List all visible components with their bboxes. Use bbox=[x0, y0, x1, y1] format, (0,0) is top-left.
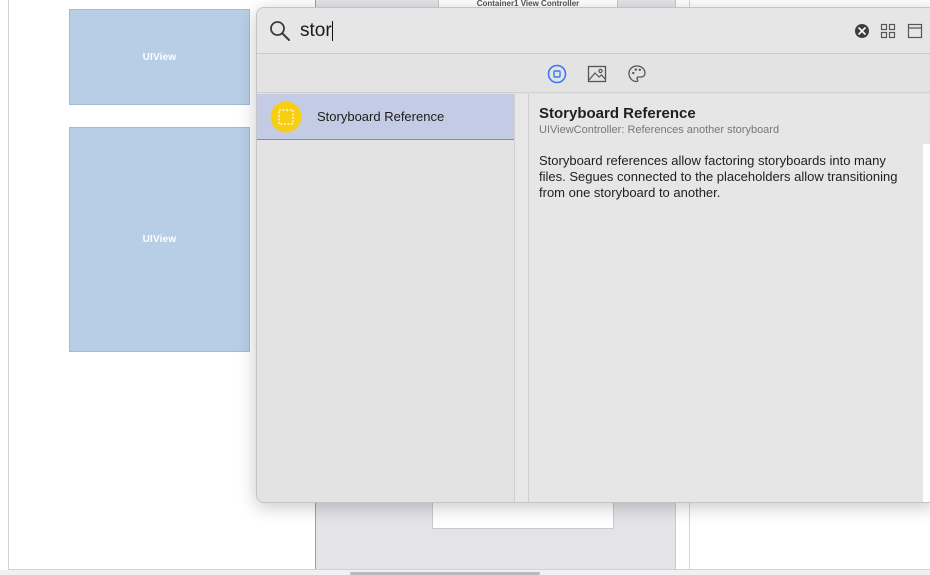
list-item-storyboard-reference[interactable]: Storyboard Reference bbox=[257, 94, 514, 140]
detail-title: Storyboard Reference bbox=[539, 105, 696, 122]
detail-subtitle: UIViewController: References another sto… bbox=[539, 124, 780, 136]
library-detail-pane: Storyboard Reference UIViewController: R… bbox=[529, 94, 930, 502]
clear-icon[interactable] bbox=[855, 24, 869, 38]
library-filter-tabs bbox=[257, 55, 930, 93]
text-caret bbox=[332, 21, 333, 41]
uiview-scene-top[interactable]: UIView bbox=[69, 9, 250, 105]
xcode-storyboard-canvas: UIView UIView Container1 View Controller bbox=[0, 0, 930, 575]
uiview-label: UIView bbox=[142, 234, 177, 245]
color-library-icon[interactable] bbox=[627, 64, 647, 84]
uiview-scene-bottom[interactable]: UIView bbox=[69, 127, 250, 352]
uiview-label: UIView bbox=[142, 51, 177, 63]
canvas-left-border bbox=[8, 0, 9, 570]
split-view-divider[interactable] bbox=[515, 94, 529, 502]
detail-scrollbar[interactable] bbox=[923, 144, 930, 502]
library-results-list: Storyboard Reference bbox=[257, 94, 515, 502]
objects-library-icon[interactable] bbox=[547, 64, 567, 84]
media-library-icon[interactable] bbox=[587, 64, 607, 84]
library-search-bar bbox=[257, 8, 930, 54]
list-item-label: Storyboard Reference bbox=[317, 109, 445, 124]
detail-description: Storyboard references allow factoring st… bbox=[539, 153, 898, 200]
panel-view-icon[interactable] bbox=[907, 23, 923, 39]
grid-view-icon[interactable] bbox=[880, 23, 896, 39]
magnifying-glass-icon bbox=[270, 21, 290, 41]
library-search-input[interactable] bbox=[300, 18, 840, 44]
storyboard-reference-icon bbox=[270, 101, 302, 133]
object-library-popover: Storyboard Reference Storyboard Referenc… bbox=[256, 7, 930, 503]
